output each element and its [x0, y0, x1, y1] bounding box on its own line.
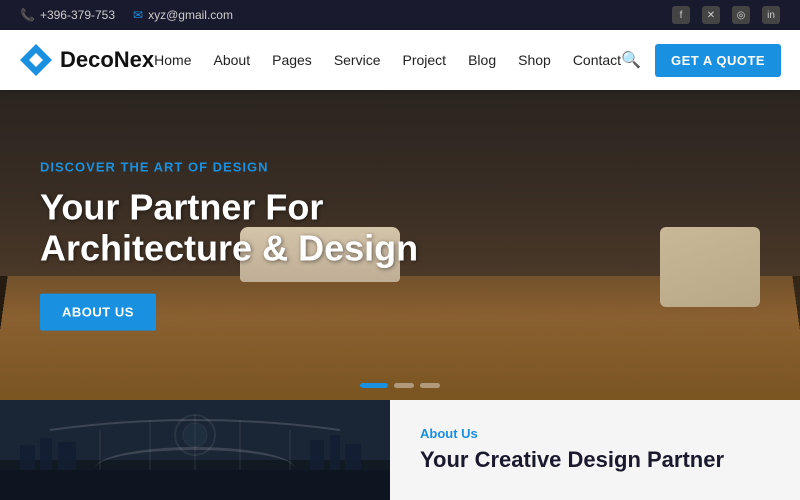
- sofa-decoration-right: [660, 227, 760, 307]
- hero-subtitle: DISCOVER THE ART OF DESIGN: [40, 160, 418, 175]
- social-links: f ✕ ◎ in: [672, 6, 780, 24]
- nav-project[interactable]: Project: [403, 52, 447, 68]
- logo[interactable]: DecoNex: [20, 44, 154, 76]
- about-us-button[interactable]: ABOUT US: [40, 293, 156, 330]
- hero-section: DISCOVER THE ART OF DESIGN Your Partner …: [0, 90, 800, 400]
- logo-text: DecoNex: [60, 47, 154, 73]
- slider-dot-2[interactable]: [394, 383, 414, 388]
- about-image: [0, 400, 390, 500]
- email-info: ✉ xyz@gmail.com: [133, 8, 233, 22]
- facebook-icon[interactable]: f: [672, 6, 690, 24]
- nav-service[interactable]: Service: [334, 52, 381, 68]
- get-quote-button[interactable]: GET A QUOTE: [655, 44, 781, 77]
- about-label: About Us: [420, 426, 724, 441]
- top-bar: 📞 +396-379-753 ✉ xyz@gmail.com f ✕ ◎ in: [0, 0, 800, 30]
- slider-dot-1[interactable]: [360, 383, 388, 388]
- hero-title-line1: Your Partner For: [40, 187, 323, 228]
- nav-right: 🔍 GET A QUOTE: [621, 44, 781, 77]
- slider-dots: [360, 383, 440, 388]
- twitter-icon[interactable]: ✕: [702, 6, 720, 24]
- phone-info: 📞 +396-379-753: [20, 8, 115, 22]
- slider-dot-3[interactable]: [420, 383, 440, 388]
- linkedin-icon[interactable]: in: [762, 6, 780, 24]
- nav-contact[interactable]: Contact: [573, 52, 621, 68]
- nav-shop[interactable]: Shop: [518, 52, 551, 68]
- email-address: xyz@gmail.com: [148, 8, 233, 22]
- logo-icon: [20, 44, 52, 76]
- nav-home[interactable]: Home: [154, 52, 191, 68]
- phone-icon: 📞: [20, 8, 35, 22]
- nav-blog[interactable]: Blog: [468, 52, 496, 68]
- nav-about[interactable]: About: [214, 52, 251, 68]
- instagram-icon[interactable]: ◎: [732, 6, 750, 24]
- about-text: About Us Your Creative Design Partner: [390, 400, 754, 500]
- hero-title-line2: Architecture & Design: [40, 228, 418, 269]
- navbar: DecoNex Home About Pages Service Project…: [0, 30, 800, 90]
- logo-diamond: [29, 53, 43, 67]
- contact-info: 📞 +396-379-753 ✉ xyz@gmail.com: [20, 8, 233, 22]
- about-heading: Your Creative Design Partner: [420, 447, 724, 473]
- search-icon[interactable]: 🔍: [621, 50, 641, 70]
- hero-content: DISCOVER THE ART OF DESIGN Your Partner …: [40, 160, 418, 331]
- nav-pages[interactable]: Pages: [272, 52, 312, 68]
- mail-icon: ✉: [133, 8, 143, 22]
- bridge-svg: [0, 400, 390, 500]
- nav-links: Home About Pages Service Project Blog Sh…: [154, 52, 621, 68]
- hero-title: Your Partner For Architecture & Design: [40, 187, 418, 270]
- about-section: About Us Your Creative Design Partner: [0, 400, 800, 500]
- phone-number: +396-379-753: [40, 8, 115, 22]
